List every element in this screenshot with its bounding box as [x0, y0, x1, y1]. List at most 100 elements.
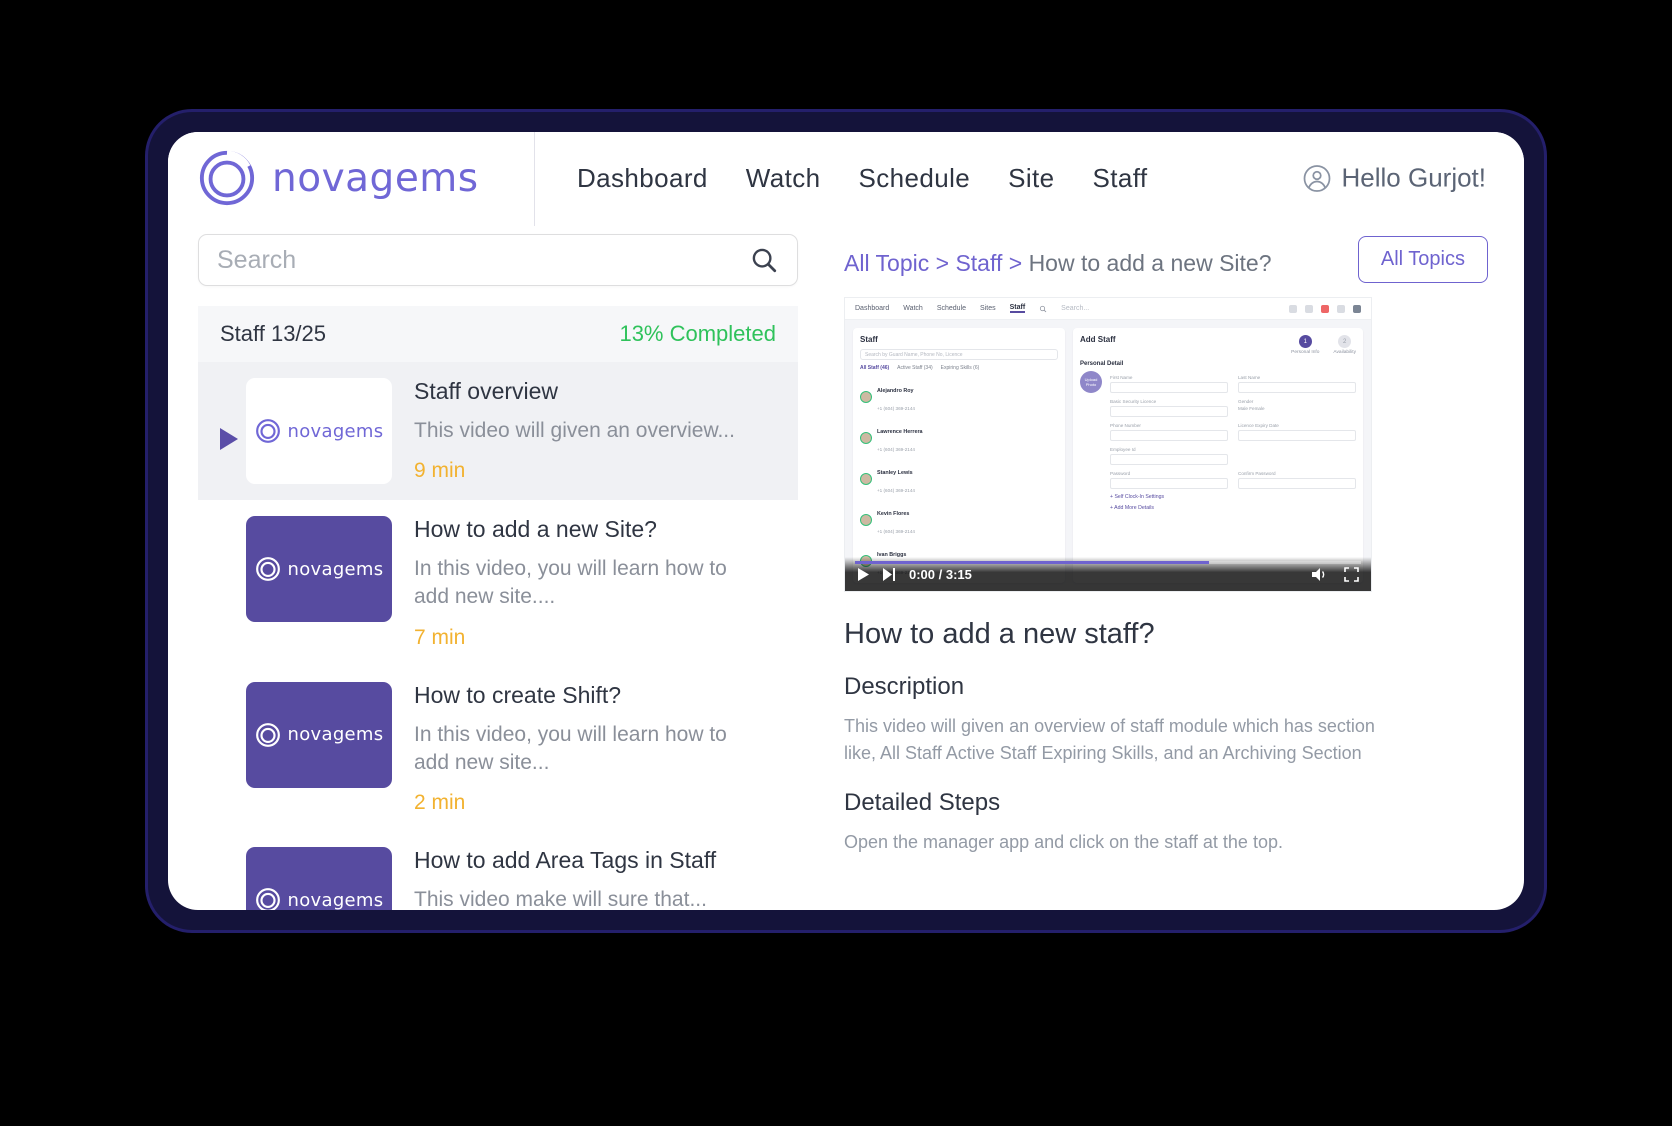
preview-add-staff-title: Add Staff: [1080, 335, 1116, 344]
preview-field-input: [1110, 382, 1228, 393]
play-icon: [220, 428, 238, 450]
breadcrumb-section[interactable]: Staff: [955, 250, 1002, 276]
novagems-ring-logo-icon: [255, 722, 280, 747]
preview-staff-phone: +1 (604) 369-2144: [877, 528, 915, 534]
preview-staff-phone: +1 (604) 369-2144: [877, 487, 915, 493]
volume-button[interactable]: [1311, 567, 1328, 582]
preview-field-grid: First Name Last Name Basic Security Lice…: [1110, 375, 1356, 489]
play-button[interactable]: [857, 567, 870, 582]
search-box[interactable]: [198, 234, 798, 286]
page-title: How to add a new staff?: [844, 618, 1155, 650]
user-menu[interactable]: Hello Gurjot!: [1302, 162, 1487, 194]
preview-field-value: Male Female: [1238, 406, 1265, 411]
description-body: This video will given an overview of sta…: [844, 716, 1375, 763]
preview-staff-name: Lawrence Herrera: [877, 428, 923, 435]
preview-step-label: Personal Info: [1291, 350, 1320, 355]
list-item[interactable]: novagems How to create Shift? In this vi…: [198, 666, 798, 832]
preview-nav-watch: Watch: [903, 305, 923, 312]
preview-staff-name: Alejandro Roy: [877, 387, 914, 394]
preview-staff-tabs: All Staff (46) Active Staff (34) Expirin…: [860, 365, 1058, 371]
preview-nav-schedule: Schedule: [936, 305, 967, 312]
notification-icon: [1321, 304, 1329, 313]
progress-header: Staff 13/25 13% Completed: [198, 306, 798, 362]
preview-field-label: Last Name: [1238, 375, 1261, 380]
top-navigation-bar: novagems Dashboard Watch Schedule Site S…: [168, 132, 1524, 226]
play-marker: [216, 378, 242, 452]
preview-nav-sites: Sites: [980, 305, 996, 312]
search-row: [198, 224, 798, 286]
play-marker: [216, 847, 242, 895]
player-controls: 0:00 / 3:15: [845, 557, 1371, 591]
preview-field-label: Confirm Password: [1238, 471, 1276, 476]
next-frame-button[interactable]: [882, 567, 897, 582]
detailed-steps-heading: Detailed Steps: [844, 789, 1001, 816]
video-thumbnail[interactable]: novagems: [246, 681, 392, 788]
preview-staff-name: Stanley Lewis: [877, 469, 913, 476]
gear-icon: [1289, 304, 1297, 313]
main-nav: Dashboard Watch Schedule Site Staff: [577, 163, 1148, 194]
search-icon[interactable]: [749, 245, 779, 275]
nav-item-staff[interactable]: Staff: [1093, 163, 1148, 194]
preview-field-input: [1238, 478, 1356, 489]
avatar: [860, 390, 872, 403]
preview-step-label: Availability: [1333, 350, 1356, 355]
list-item[interactable]: novagems Staff overview This video will …: [198, 362, 798, 500]
preview-field-input: [1110, 454, 1228, 465]
page-content: Staff 13/25 13% Completed: [168, 224, 1524, 910]
seek-bar[interactable]: [855, 561, 1361, 564]
preview-search-placeholder: Search...: [1061, 305, 1090, 312]
preview-staff-row: Alejandro Roy +1 (604) 369-2144: [860, 376, 1058, 417]
preview-section-title: Personal Detail: [1080, 361, 1124, 367]
fullscreen-button[interactable]: [1344, 566, 1359, 582]
video-title: How to create Shift?: [414, 681, 622, 708]
video-duration: 7 min: [414, 625, 466, 649]
all-topics-button[interactable]: All Topics: [1357, 236, 1488, 283]
preview-toolbar-icons: [1289, 304, 1361, 313]
preview-link-self-clock-in: + Self Clock-In Settings: [1110, 494, 1165, 500]
preview-staff-list-card: Staff Search by Guard Name, Phone No, Li…: [853, 328, 1065, 583]
search-input[interactable]: [217, 245, 749, 275]
video-thumbnail[interactable]: novagems: [246, 847, 392, 910]
video-thumbnail[interactable]: novagems: [246, 378, 392, 484]
video-meta: Staff overview This video will given an …: [392, 378, 776, 483]
video-frame: Dashboard Watch Schedule Sites Staff Sea…: [845, 298, 1371, 591]
seek-bar-progress: [855, 561, 1210, 564]
nav-item-schedule[interactable]: Schedule: [859, 163, 971, 194]
video-duration: 2 min: [414, 791, 466, 815]
tablet-screen: novagems Dashboard Watch Schedule Site S…: [168, 132, 1524, 910]
novagems-ring-logo-icon: [199, 150, 255, 206]
breadcrumb-current: How to add a new Site?: [1028, 250, 1272, 276]
video-title: How to add Area Tags in Staff: [414, 847, 717, 874]
list-item[interactable]: novagems How to add a new Site? In this …: [198, 500, 798, 666]
description-heading: Description: [844, 673, 965, 700]
breadcrumb-root[interactable]: All Topic: [844, 250, 929, 276]
preview-staff-phone: +1 (604) 369-2144: [877, 405, 915, 411]
detailed-steps-body: Open the manager app and click on the st…: [844, 832, 1283, 852]
preview-link-add-more: + Add More Details: [1110, 505, 1154, 511]
list-item[interactable]: novagems How to add Area Tags in Staff T…: [198, 831, 798, 910]
play-marker: [216, 516, 242, 564]
brand-logo[interactable]: novagems: [198, 149, 528, 207]
brand-name: novagems: [272, 155, 479, 201]
video-thumbnail[interactable]: novagems: [246, 516, 392, 622]
novagems-ring-logo-icon: [255, 557, 280, 581]
preview-field-label: Basic Security Licence: [1110, 399, 1157, 404]
preview-field-input: [1110, 430, 1228, 441]
user-greeting: Hello Gurjot!: [1341, 162, 1487, 193]
preview-step-number: 1: [1298, 335, 1312, 348]
nav-item-dashboard[interactable]: Dashboard: [577, 163, 708, 194]
nav-item-site[interactable]: Site: [1008, 163, 1054, 194]
preview-staff-row: Lawrence Herrera +1 (604) 369-2144: [860, 417, 1058, 458]
video-duration: 9 min: [414, 459, 466, 483]
nav-item-watch[interactable]: Watch: [746, 163, 821, 194]
preview-field-input: [1238, 430, 1356, 441]
video-list: novagems Staff overview This video will …: [198, 362, 798, 910]
preview-nav-staff: Staff: [1009, 304, 1026, 313]
video-player[interactable]: Dashboard Watch Schedule Sites Staff Sea…: [844, 297, 1372, 592]
avatar: [860, 431, 872, 444]
preview-staff-search-placeholder: Search by Guard Name, Phone No, Licence: [865, 351, 963, 358]
preview-staff-name: Kevin Flores: [877, 510, 910, 517]
progress-completed: 13% Completed: [619, 321, 776, 346]
topics-row: All Topics: [1357, 236, 1488, 283]
nav-divider: [534, 132, 535, 226]
